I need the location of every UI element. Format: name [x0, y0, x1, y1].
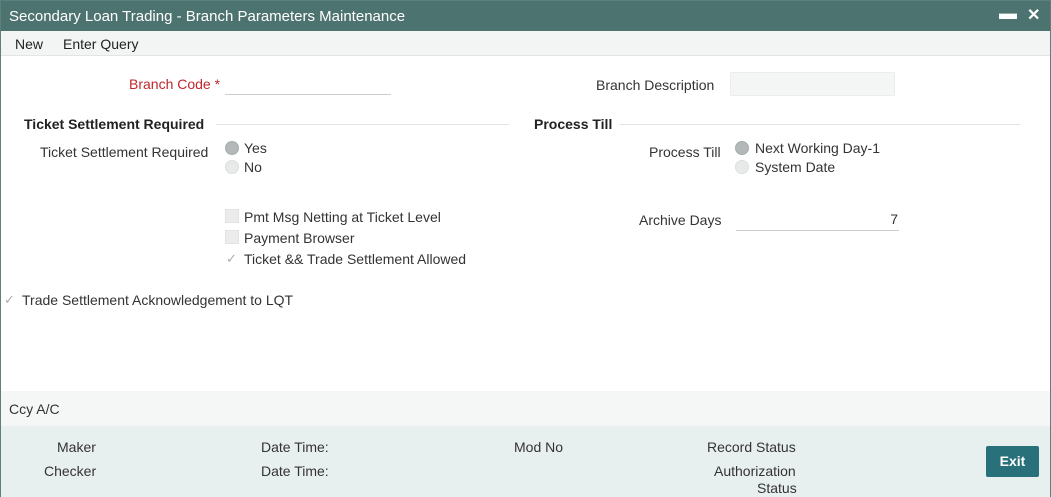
section-divider — [216, 124, 509, 125]
checkbox-ticket-trade-settlement[interactable]: ✓ — [226, 251, 237, 267]
radio-ticket-no[interactable] — [225, 160, 239, 174]
minimize-icon[interactable]: ▬ — [999, 3, 1017, 24]
process-till-field-label: Process Till — [649, 144, 721, 160]
checkbox-pmt-msg-netting[interactable] — [225, 209, 239, 223]
maker-label: Maker — [57, 439, 96, 455]
record-status-label: Record Status — [707, 439, 796, 455]
radio-next-working-day[interactable] — [735, 141, 749, 155]
menu-new[interactable]: New — [15, 36, 43, 52]
radio-system-date-label: System Date — [755, 159, 836, 175]
radio-ticket-yes[interactable] — [225, 141, 239, 155]
ccy-ac-link[interactable]: Ccy A/C — [9, 401, 60, 417]
payment-browser-label: Payment Browser — [244, 230, 355, 246]
process-till-section-title: Process Till — [534, 116, 613, 132]
close-icon[interactable]: ✕ — [1027, 5, 1040, 25]
menu-enter-query[interactable]: Enter Query — [63, 36, 138, 52]
checkbox-trade-settlement-ack[interactable]: ✓ — [4, 292, 15, 308]
checkbox-payment-browser[interactable] — [225, 230, 239, 244]
radio-ticket-yes-label: Yes — [244, 140, 267, 156]
maker-date-time-label: Date Time: — [261, 439, 329, 455]
archive-days-underline — [736, 230, 899, 231]
mod-no-label: Mod No — [514, 439, 564, 455]
radio-system-date[interactable] — [735, 160, 749, 174]
checker-date-time-label: Date Time: — [261, 463, 329, 479]
required-mark: * — [214, 76, 221, 92]
branch-description-field — [730, 72, 895, 96]
exit-button[interactable]: Exit — [986, 446, 1039, 477]
archive-days-label: Archive Days — [639, 212, 722, 228]
authorization-status-label: Status — [757, 480, 797, 496]
branch-parameters-window: Secondary Loan Trading - Branch Paramete… — [0, 0, 1051, 497]
branch-description-label: Branch Description — [596, 77, 715, 93]
audit-footer: Maker Checker Date Time: Date Time: Mod … — [1, 426, 1050, 497]
checker-label: Checker — [44, 463, 97, 479]
menu-bar: New Enter Query — [1, 31, 1050, 56]
branch-code-label: Branch Code * — [129, 76, 221, 92]
section-divider — [620, 124, 1020, 125]
ticket-settlement-field-label: Ticket Settlement Required — [40, 144, 209, 160]
ticket-settlement-section-title: Ticket Settlement Required — [24, 116, 205, 132]
pmt-msg-netting-label: Pmt Msg Netting at Ticket Level — [244, 209, 441, 225]
ticket-trade-settlement-label: Ticket && Trade Settlement Allowed — [244, 251, 467, 267]
archive-days-input[interactable]: 7 — [736, 211, 898, 227]
ccy-tab-bar: Ccy A/C — [1, 391, 1050, 426]
trade-settlement-ack-label: Trade Settlement Acknowledgement to LQT — [22, 292, 294, 308]
radio-ticket-no-label: No — [244, 159, 262, 175]
title-bar: Secondary Loan Trading - Branch Paramete… — [1, 1, 1050, 31]
window-title: Secondary Loan Trading - Branch Paramete… — [9, 8, 406, 25]
radio-next-working-day-label: Next Working Day-1 — [755, 140, 881, 156]
authorization-label: Authorization — [714, 463, 796, 479]
branch-code-input[interactable] — [225, 94, 391, 95]
